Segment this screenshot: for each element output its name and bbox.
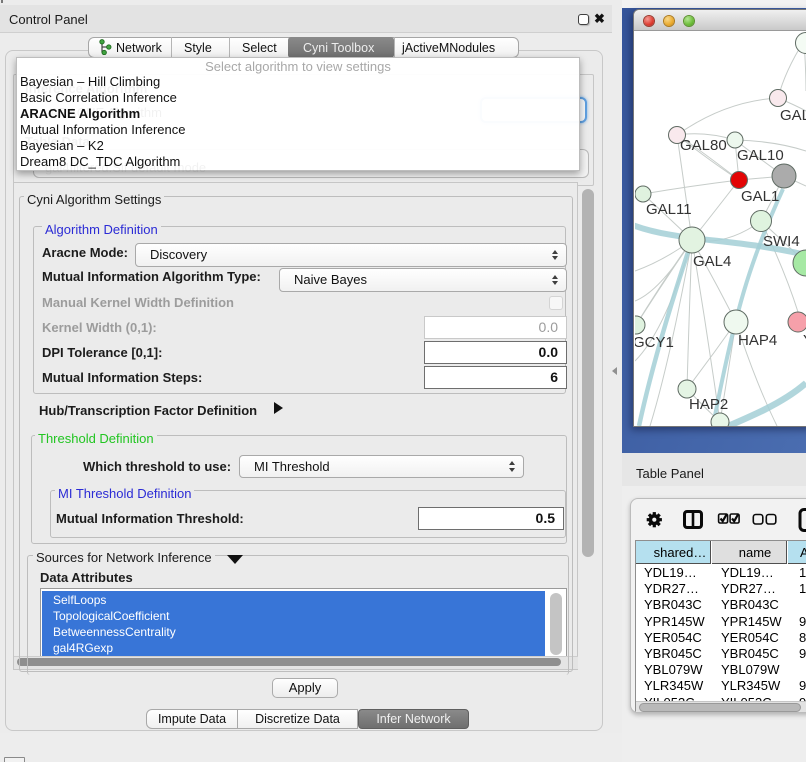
svg-text:GAL1: GAL1 xyxy=(741,188,779,205)
svg-text:GAL10: GAL10 xyxy=(737,147,784,164)
svg-text:HAP2: HAP2 xyxy=(689,396,728,413)
svg-text:GCY1: GCY1 xyxy=(635,334,674,351)
svg-text:GAL11: GAL11 xyxy=(646,201,692,218)
svg-text:SWI4: SWI4 xyxy=(763,233,800,250)
svg-text:HAP4: HAP4 xyxy=(738,332,777,349)
svg-text:GAL4: GAL4 xyxy=(693,253,731,270)
svg-text:GAL80: GAL80 xyxy=(680,137,727,154)
svg-text:GAL: GAL xyxy=(780,107,806,124)
